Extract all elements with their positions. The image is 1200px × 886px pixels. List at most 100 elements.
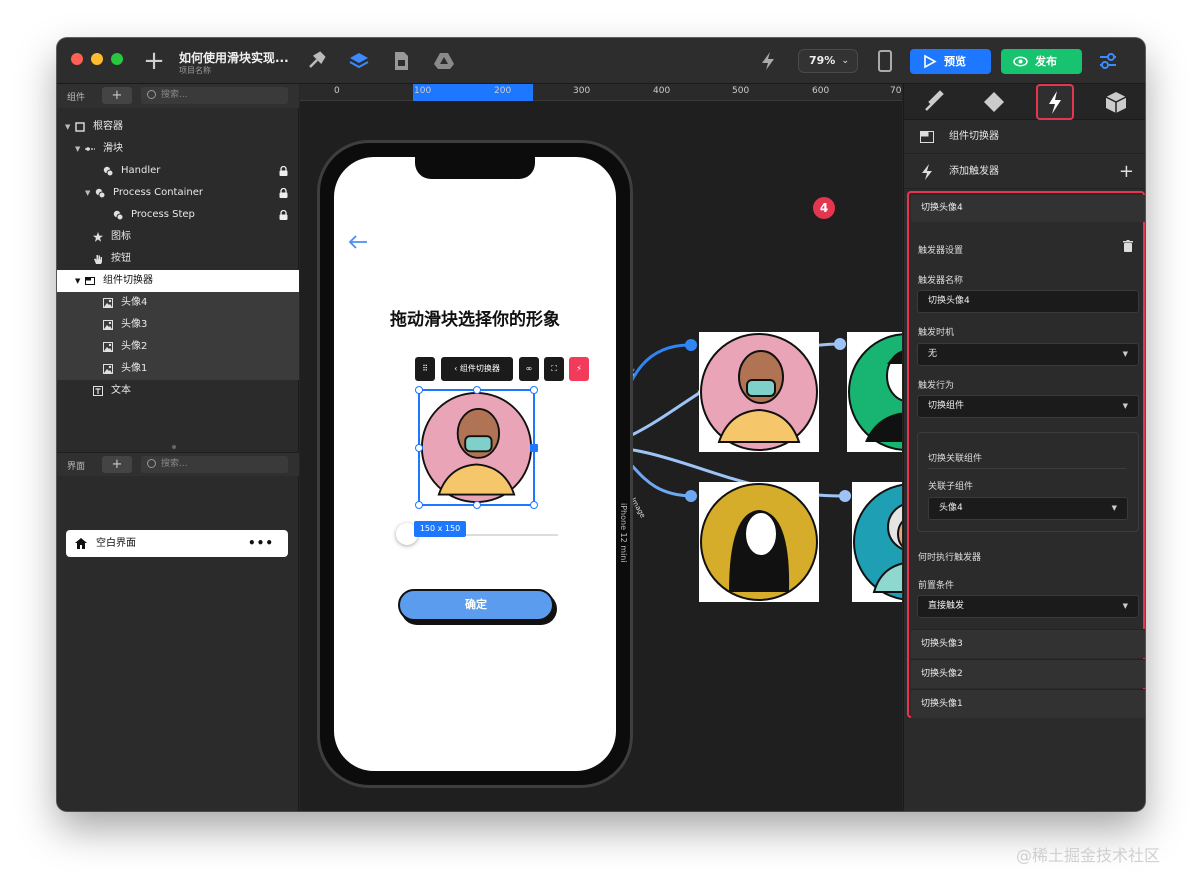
- avatar-1-frame[interactable]: [852, 482, 902, 602]
- zoom-dropdown[interactable]: 79% ⌄: [798, 49, 858, 73]
- preview-button[interactable]: 预览: [910, 49, 991, 74]
- tree-item[interactable]: 头像4: [57, 292, 299, 314]
- add-icon[interactable]: +: [143, 46, 165, 76]
- resize-handle[interactable]: [473, 501, 481, 509]
- search-icon: [147, 459, 156, 468]
- image-icon: [103, 298, 113, 308]
- design-canvas[interactable]: 0 100 200 300 400 500 600 70 Image Image…: [300, 84, 902, 811]
- trigger-editor-highlight: 切换头像4 触发器设置 触发器名称 切换头像4 触发时机 无 ▼ 触发行为 切换…: [907, 191, 1145, 718]
- trigger-title-row[interactable]: 切换头像4: [911, 195, 1145, 222]
- trigger-timing-select[interactable]: 无 ▼: [917, 343, 1139, 366]
- page-search-placeholder: 搜索...: [161, 459, 188, 469]
- resize-handle[interactable]: [530, 501, 538, 509]
- link-icon[interactable]: ∞: [519, 357, 539, 381]
- lock-icon[interactable]: [279, 166, 288, 176]
- tree-item[interactable]: 头像1: [57, 358, 299, 380]
- switcher-icon: [85, 277, 95, 285]
- add-trigger-row[interactable]: 添加触发器 +: [904, 155, 1145, 189]
- hand-icon: [94, 255, 102, 264]
- trigger-item[interactable]: 切换头像1: [911, 689, 1145, 718]
- avatar-4-image: [700, 333, 818, 451]
- trigger-timing-label: 触发时机: [918, 328, 955, 338]
- tree-item[interactable]: 头像2: [57, 336, 299, 358]
- trigger-flash-icon[interactable]: ⚡: [569, 357, 589, 381]
- publish-button[interactable]: 发布: [1001, 49, 1082, 74]
- fullscreen-icon[interactable]: ⛶: [544, 357, 564, 381]
- tab-3d-box-icon[interactable]: [1086, 84, 1145, 120]
- resize-handle[interactable]: [415, 386, 423, 394]
- trash-icon[interactable]: [1123, 240, 1133, 252]
- group-icon: [95, 188, 105, 198]
- tree-item[interactable]: 图标: [57, 226, 299, 248]
- title-bar: + 如何使用滑块实现... 项目名称 79% ⌄ 预览 发布: [57, 38, 1145, 84]
- child-component-select[interactable]: 头像4 ▼: [928, 497, 1128, 520]
- settings-sliders-icon[interactable]: [1097, 50, 1119, 72]
- document-title[interactable]: 如何使用滑块实现...: [179, 49, 289, 66]
- lock-icon[interactable]: [279, 188, 288, 198]
- tab-triggers[interactable]: [1036, 84, 1074, 120]
- page-search-input[interactable]: 搜索...: [141, 456, 288, 473]
- app-window: + 如何使用滑块实现... 项目名称 79% ⌄ 预览 发布 组件 + 搜索..…: [57, 38, 1145, 811]
- screen-heading: 拖动滑块选择你的形象: [390, 310, 560, 330]
- back-arrow-icon[interactable]: [348, 234, 368, 250]
- connection-anchor[interactable]: [530, 444, 538, 452]
- tree-item[interactable]: ▼ Process Container: [57, 182, 299, 204]
- tab-style-brush-icon[interactable]: [904, 84, 964, 120]
- maximize-window-button[interactable]: [111, 53, 123, 65]
- device-label: iPhone 12 mini: [619, 503, 628, 563]
- selected-avatar[interactable]: [415, 386, 538, 509]
- device-screen[interactable]: 拖动滑块选择你的形象 ⠿ ‹ 组件切换器 ∞ ⛶ ⚡ 150 x 150 确定: [334, 157, 616, 771]
- text-icon: [93, 386, 103, 396]
- add-icon[interactable]: +: [1119, 155, 1134, 189]
- page-item-blank[interactable]: 空白界面 •••: [66, 530, 288, 557]
- document-icon[interactable]: [390, 50, 412, 72]
- trigger-action-select[interactable]: 切换组件 ▼: [917, 395, 1139, 418]
- resize-handle[interactable]: [415, 501, 423, 509]
- trigger-name-input[interactable]: 切换头像4: [917, 290, 1139, 313]
- switcher-parent-button[interactable]: ‹ 组件切换器: [441, 357, 513, 381]
- hammer-icon[interactable]: [305, 50, 327, 72]
- tree-item[interactable]: 按钮: [57, 248, 299, 270]
- component-search-input[interactable]: 搜索...: [141, 87, 288, 104]
- tab-component-icon[interactable]: [964, 84, 1024, 120]
- tree-item[interactable]: Handler: [57, 160, 299, 182]
- minimize-window-button[interactable]: [91, 53, 103, 65]
- tree-item[interactable]: ▼ 滑块: [57, 138, 299, 160]
- avatar-4-frame[interactable]: [699, 332, 819, 452]
- resize-handle[interactable]: [415, 444, 423, 452]
- tree-item[interactable]: ▼ 组件切换器: [57, 270, 299, 292]
- trigger-item[interactable]: 切换头像2: [911, 659, 1145, 688]
- tree-item[interactable]: ▼ 根容器: [57, 116, 299, 138]
- caret-down-icon[interactable]: ▼: [65, 116, 70, 138]
- add-page-button[interactable]: +: [102, 456, 132, 473]
- caret-down-icon[interactable]: ▼: [75, 270, 80, 292]
- avatar-2-frame[interactable]: [699, 482, 819, 602]
- avatar-3-frame[interactable]: [847, 332, 902, 452]
- tree-item[interactable]: Process Step: [57, 204, 299, 226]
- step-badge: 4: [813, 197, 835, 219]
- drive-icon[interactable]: [433, 50, 455, 72]
- resize-handle[interactable]: [473, 386, 481, 394]
- add-trigger-label: 添加触发器: [949, 166, 999, 177]
- panel-resize-handle[interactable]: [172, 445, 176, 449]
- lock-icon[interactable]: [279, 210, 288, 220]
- publish-label: 发布: [1035, 55, 1057, 68]
- add-component-button[interactable]: +: [102, 87, 132, 104]
- resize-handle[interactable]: [530, 386, 538, 394]
- tree-item[interactable]: 文本: [57, 380, 299, 402]
- more-icon[interactable]: •••: [248, 530, 274, 557]
- caret-down-icon[interactable]: ▼: [85, 182, 90, 204]
- layers-icon[interactable]: [348, 50, 370, 72]
- trigger-item[interactable]: 切换头像3: [911, 629, 1145, 658]
- pages-header: 界面 + 搜索...: [57, 452, 299, 476]
- close-window-button[interactable]: [71, 53, 83, 65]
- tree-item[interactable]: 头像3: [57, 314, 299, 336]
- drag-handle-icon[interactable]: ⠿: [415, 357, 435, 381]
- flash-icon[interactable]: [757, 50, 779, 72]
- device-icon[interactable]: [878, 50, 892, 72]
- caret-down-icon[interactable]: ▼: [75, 138, 80, 160]
- confirm-button[interactable]: 确定: [398, 589, 554, 621]
- precondition-select[interactable]: 直接触发 ▼: [917, 595, 1139, 618]
- lightning-icon: [1049, 91, 1061, 114]
- selected-avatar-image: [420, 391, 533, 504]
